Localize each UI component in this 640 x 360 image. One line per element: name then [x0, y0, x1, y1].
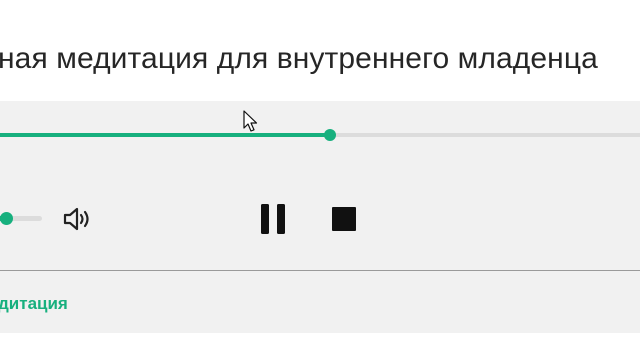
stop-button[interactable]: [330, 205, 358, 233]
mute-button[interactable]: [62, 205, 94, 233]
page: ная медитация для внутреннего младенца д…: [0, 0, 640, 360]
volume-handle[interactable]: [0, 212, 14, 225]
track-title: ная медитация для внутреннего младенца: [0, 42, 598, 75]
stop-icon: [332, 207, 356, 231]
divider: [0, 270, 640, 271]
pause-icon: [261, 204, 285, 234]
progress-fill: [0, 133, 330, 137]
volume-slider[interactable]: [0, 212, 42, 225]
audio-player: дитация: [0, 101, 640, 333]
pause-button[interactable]: [258, 201, 290, 237]
progress-bar[interactable]: [0, 129, 640, 141]
category-link[interactable]: дитация: [0, 294, 68, 314]
progress-handle[interactable]: [323, 129, 336, 141]
speaker-icon: [63, 207, 89, 231]
